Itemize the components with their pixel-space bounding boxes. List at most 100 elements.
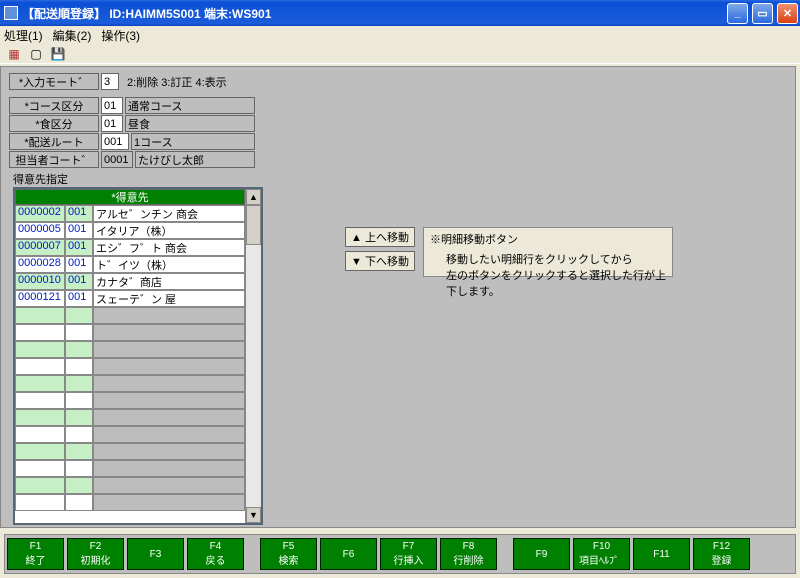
info-line1: 移動したい明細行をクリックしてから <box>430 251 666 267</box>
cell-name <box>93 443 245 460</box>
fkey-f4[interactable]: F4戻る <box>187 538 244 570</box>
hint-input-mode: 2:削除 3:訂正 4:表示 <box>127 74 227 90</box>
cell-name: イタリア（株） <box>93 222 245 239</box>
table-row[interactable]: 0000002001アルセ゛ンチン 商会 <box>15 205 245 222</box>
fkey-f9[interactable]: F9 <box>513 538 570 570</box>
grid-header: *得意先 <box>15 189 245 205</box>
table-row <box>15 409 245 426</box>
cell-sub <box>65 477 93 494</box>
menu-process[interactable]: 処理(1) <box>4 27 43 44</box>
cell-name <box>93 409 245 426</box>
cell-name <box>93 324 245 341</box>
cell-code <box>15 324 65 341</box>
content-area: *入力モート゛ 3 2:削除 3:訂正 4:表示 *コース区分 01 通常コース… <box>0 66 796 528</box>
table-row <box>15 426 245 443</box>
menubar: 処理(1) 編集(2) 操作(3) <box>0 26 800 44</box>
field-meal-code[interactable]: 01 <box>101 115 123 132</box>
label-course: *コース区分 <box>9 97 99 114</box>
table-row <box>15 358 245 375</box>
cell-name: ト゛イツ（株） <box>93 256 245 273</box>
cell-name: スェーテ゛ン 屋 <box>93 290 245 307</box>
cell-sub <box>65 392 93 409</box>
customer-grid: *得意先 0000002001アルセ゛ンチン 商会0000005001イタリア（… <box>13 187 263 525</box>
table-row <box>15 477 245 494</box>
field-meal-name: 昼食 <box>125 115 255 132</box>
cell-sub: 001 <box>65 205 93 222</box>
new-icon[interactable]: ▢ <box>28 46 44 62</box>
fkey-f5[interactable]: F5検索 <box>260 538 317 570</box>
cell-code: 0000010 <box>15 273 65 290</box>
label-input-mode: *入力モート゛ <box>9 73 99 90</box>
label-meal: *食区分 <box>9 115 99 132</box>
cell-code <box>15 392 65 409</box>
cell-name: カナタ゛商店 <box>93 273 245 290</box>
fkey-f8[interactable]: F8行削除 <box>440 538 497 570</box>
info-title: ※明細移動ボタン <box>430 231 666 247</box>
cell-code <box>15 307 65 324</box>
minimize-button[interactable]: _ <box>727 3 748 24</box>
cell-name <box>93 426 245 443</box>
cell-code <box>15 443 65 460</box>
calendar-icon[interactable]: ▦ <box>6 46 22 62</box>
field-route-code[interactable]: 001 <box>101 133 129 150</box>
fkey-f1[interactable]: F1終了 <box>7 538 64 570</box>
cell-code <box>15 494 65 511</box>
cell-sub: 001 <box>65 273 93 290</box>
cell-name <box>93 392 245 409</box>
table-row[interactable]: 0000005001イタリア（株） <box>15 222 245 239</box>
field-course-code[interactable]: 01 <box>101 97 123 114</box>
table-row <box>15 324 245 341</box>
cell-code <box>15 477 65 494</box>
label-staff: 担当者コート゛ <box>9 151 99 168</box>
cell-sub <box>65 409 93 426</box>
cell-name <box>93 341 245 358</box>
cell-code: 0000121 <box>15 290 65 307</box>
fkey-f7[interactable]: F7行挿入 <box>380 538 437 570</box>
field-input-mode[interactable]: 3 <box>101 73 119 90</box>
fkey-f11[interactable]: F11 <box>633 538 690 570</box>
scroll-up-icon[interactable]: ▲ <box>246 189 261 205</box>
fkey-f2[interactable]: F2初期化 <box>67 538 124 570</box>
cell-code <box>15 375 65 392</box>
maximize-button[interactable]: ▭ <box>752 3 773 24</box>
menu-operate[interactable]: 操作(3) <box>101 27 140 44</box>
table-row <box>15 392 245 409</box>
table-row[interactable]: 0000007001エシ゛フ゜ト 商会 <box>15 239 245 256</box>
grid-scrollbar[interactable]: ▲ ▼ <box>245 189 261 523</box>
table-row <box>15 375 245 392</box>
fkey-f3[interactable]: F3 <box>127 538 184 570</box>
table-row <box>15 494 245 511</box>
cell-code: 0000005 <box>15 222 65 239</box>
cell-name <box>93 375 245 392</box>
table-row[interactable]: 0000028001ト゛イツ（株） <box>15 256 245 273</box>
field-staff-code: 0001 <box>101 151 133 168</box>
cell-code: 0000028 <box>15 256 65 273</box>
cell-sub <box>65 341 93 358</box>
fkey-bar: F1終了F2初期化F3F4戻る F5検索F6F7行挿入F8行削除 F9F10項目… <box>4 534 796 574</box>
cell-sub: 001 <box>65 290 93 307</box>
label-route: *配送ルート <box>9 133 99 150</box>
info-line2: 左のボタンをクリックすると選択した行が上下します。 <box>430 267 666 299</box>
cell-name: アルセ゛ンチン 商会 <box>93 205 245 222</box>
cell-sub <box>65 375 93 392</box>
scroll-down-icon[interactable]: ▼ <box>246 507 261 523</box>
scroll-thumb[interactable] <box>246 205 261 245</box>
section-label: 得意先指定 <box>13 171 68 187</box>
move-info-box: ※明細移動ボタン 移動したい明細行をクリックしてから 左のボタンをクリックすると… <box>423 227 673 277</box>
fkey-f12[interactable]: F12登録 <box>693 538 750 570</box>
close-button[interactable]: ✕ <box>777 3 798 24</box>
save-icon[interactable]: 💾 <box>50 46 66 62</box>
table-row[interactable]: 0000121001スェーテ゛ン 屋 <box>15 290 245 307</box>
fkey-f6[interactable]: F6 <box>320 538 377 570</box>
table-row[interactable]: 0000010001カナタ゛商店 <box>15 273 245 290</box>
move-down-button[interactable]: ▼ 下へ移動 <box>345 251 415 271</box>
fkey-f10[interactable]: F10項目ﾍﾙﾌ゜ <box>573 538 630 570</box>
field-staff-name: たけびし太郎 <box>135 151 255 168</box>
menu-edit[interactable]: 編集(2) <box>53 27 92 44</box>
table-row <box>15 341 245 358</box>
move-up-button[interactable]: ▲ 上へ移動 <box>345 227 415 247</box>
cell-code: 0000007 <box>15 239 65 256</box>
cell-sub <box>65 460 93 477</box>
cell-code: 0000002 <box>15 205 65 222</box>
cell-name: エシ゛フ゜ト 商会 <box>93 239 245 256</box>
